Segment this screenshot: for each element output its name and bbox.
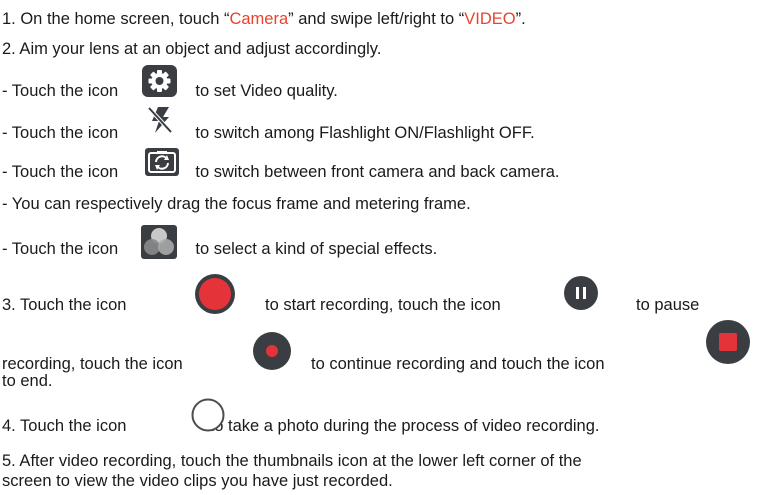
step-3-line-1b: to start recording, touch the icon [265, 295, 501, 315]
flash-off-icon [147, 106, 173, 134]
effects-post: to select a kind of special effects. [195, 240, 438, 258]
flash-pre: - Touch the icon [2, 124, 119, 142]
step-3-line-3: to end. [2, 371, 52, 391]
step-4-post: to take a photo during the process of vi… [209, 417, 600, 435]
resume-icon [253, 332, 291, 370]
effects-line: - Touch the icon to select a kind of spe… [2, 239, 437, 259]
shutter-icon [191, 398, 225, 432]
step-3-b: to start recording, touch the icon [265, 296, 501, 314]
settings-post: to set Video quality. [195, 82, 338, 100]
effects-pre: - Touch the icon [2, 240, 119, 258]
settings-pre: - Touch the icon [2, 82, 119, 100]
switch-pre: - Touch the icon [2, 163, 119, 181]
flash-line: - Touch the icon to switch among Flashli… [2, 123, 535, 143]
step-3-c: to pause [636, 296, 700, 314]
step-4-pre: 4. Touch the icon [2, 417, 127, 435]
step-3-line-1: 3. Touch the icon [2, 295, 126, 315]
step-1-mid: ” and swipe left/right to “ [288, 10, 465, 28]
step-5-line-2: screen to view the video clips you have … [2, 472, 393, 490]
switch-camera-line: - Touch the icon to switch between front… [2, 162, 559, 182]
step-4-line: 4. Touch the icon to take a photo during… [2, 416, 599, 436]
step-5-line-1: 5. After video recording, touch the thum… [2, 452, 582, 470]
camera-switch-icon [145, 148, 179, 176]
step-1-post: ”. [515, 10, 526, 28]
drag-line: - You can respectively drag the focus fr… [2, 195, 471, 213]
switch-post: to switch between front camera and back … [195, 163, 560, 181]
record-icon [195, 274, 235, 314]
video-label: VIDEO [464, 10, 516, 28]
step-1-pre: 1. On the home screen, touch “ [2, 10, 230, 28]
step-1: 1. On the home screen, touch “Camera” an… [2, 9, 526, 29]
camera-label: Camera [229, 10, 289, 28]
step-2: 2. Aim your lens at an object and adjust… [2, 40, 382, 58]
stop-icon [706, 320, 750, 364]
step-3-f: to end. [2, 372, 53, 390]
step-3-line-1c: to pause [636, 295, 699, 315]
step-3-line-2b: to continue recording and touch the icon [311, 354, 605, 374]
gear-icon [142, 65, 177, 97]
step-3-a: 3. Touch the icon [2, 296, 127, 314]
step-3-e: to continue recording and touch the icon [311, 355, 605, 373]
flash-post: to switch among Flashlight ON/Flashlight… [195, 124, 535, 142]
pause-icon [564, 276, 598, 310]
effects-icon [141, 225, 177, 259]
